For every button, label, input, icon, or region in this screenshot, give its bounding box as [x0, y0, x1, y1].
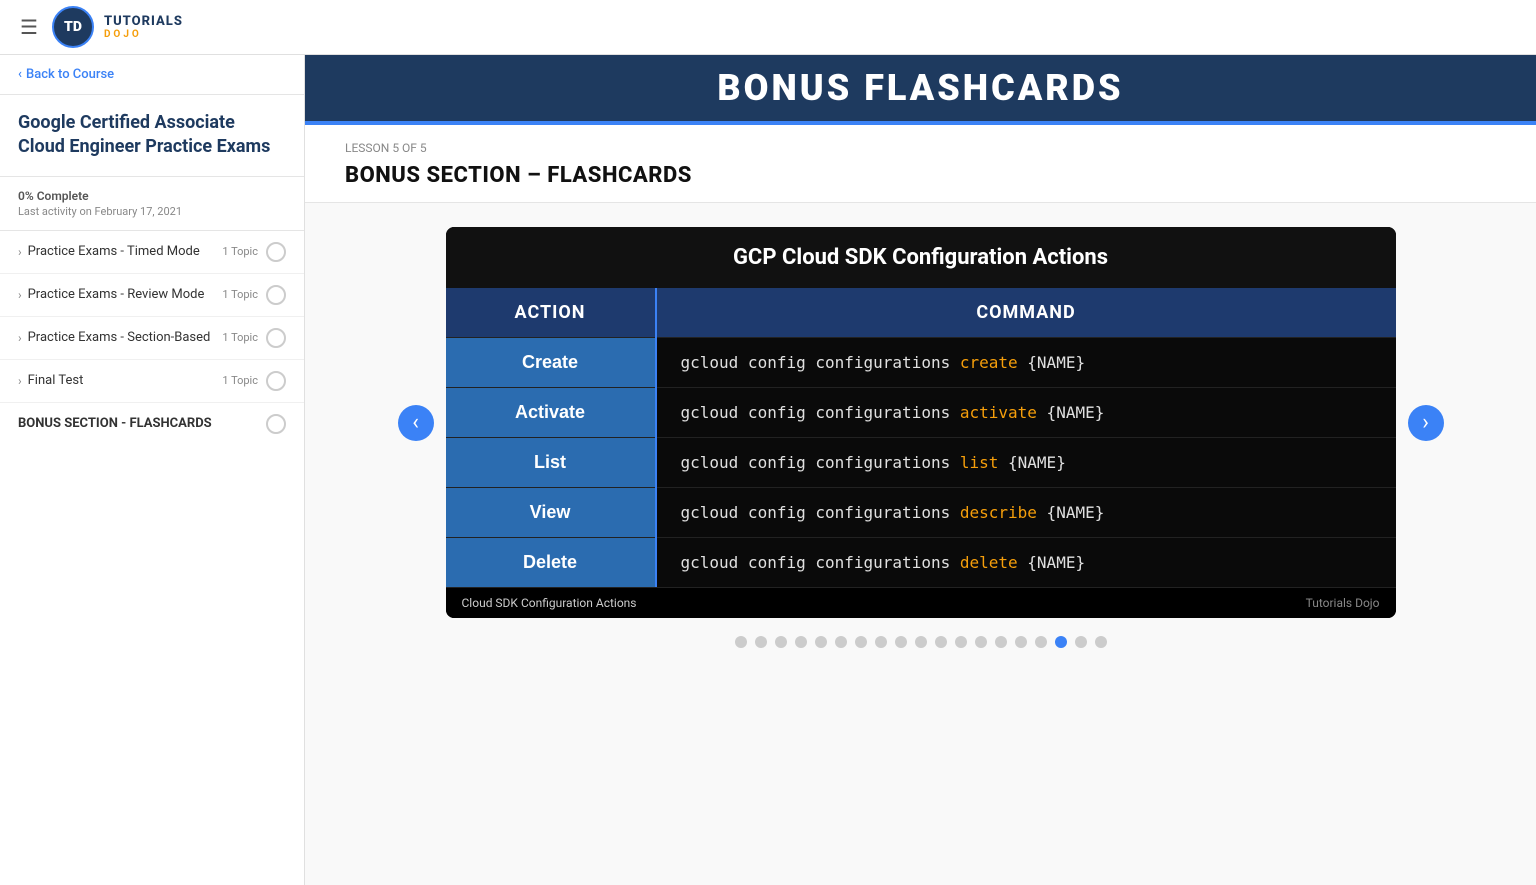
- slide-dot[interactable]: [1055, 636, 1067, 648]
- progress-date: Last activity on February 17, 2021: [18, 205, 286, 218]
- completion-circle: [266, 285, 286, 305]
- slide-dot[interactable]: [775, 636, 787, 648]
- lesson-header: LESSON 5 OF 5 BONUS SECTION – FLASHCARDS: [305, 125, 1536, 203]
- sidebar: ‹ Back to Course Google Certified Associ…: [0, 55, 305, 885]
- flashcard-area: ‹ › GCP Cloud SDK Configuration Actions …: [305, 203, 1536, 672]
- slide-dot[interactable]: [815, 636, 827, 648]
- flashcard-footer-left: Cloud SDK Configuration Actions: [462, 596, 637, 610]
- action-cell: Create: [446, 338, 656, 388]
- topic-count: 1 Topic: [222, 288, 258, 301]
- command-cell: gcloud config configurations create {NAM…: [656, 338, 1396, 388]
- topic-count: 1 Topic: [222, 245, 258, 258]
- flashcard-footer-right: Tutorials Dojo: [1306, 596, 1380, 610]
- command-cell: gcloud config configurations list {NAME}: [656, 438, 1396, 488]
- topic-count: 1 Topic: [222, 374, 258, 387]
- slide-dot[interactable]: [1035, 636, 1047, 648]
- command-cell: gcloud config configurations describe {N…: [656, 488, 1396, 538]
- slide-dot[interactable]: [955, 636, 967, 648]
- completion-circle: [266, 328, 286, 348]
- main-content: BONUS FLASHCARDS LESSON 5 OF 5 BONUS SEC…: [305, 55, 1536, 885]
- table-row: Activategcloud config configurations act…: [446, 388, 1396, 438]
- hamburger-icon[interactable]: ☰: [20, 15, 38, 39]
- slide-dot[interactable]: [935, 636, 947, 648]
- sidebar-item-timed-mode[interactable]: › Practice Exams - Timed Mode 1 Topic: [0, 231, 304, 274]
- logo-line1: TUTORIALS: [104, 14, 183, 29]
- action-cell: Delete: [446, 538, 656, 588]
- bonus-banner: BONUS FLASHCARDS: [305, 55, 1536, 125]
- course-title: Google Certified Associate Cloud Enginee…: [0, 95, 304, 177]
- slide-dot[interactable]: [1075, 636, 1087, 648]
- slide-dots: [735, 636, 1107, 648]
- prev-slide-button[interactable]: ‹: [398, 405, 434, 441]
- slide-dot[interactable]: [975, 636, 987, 648]
- sidebar-item-label: Practice Exams - Timed Mode: [28, 244, 200, 259]
- flashcard-table: ACTION COMMAND Creategcloud config confi…: [446, 288, 1396, 587]
- completion-circle: [266, 371, 286, 391]
- sidebar-item-label: Practice Exams - Section-Based: [28, 330, 211, 345]
- sidebar-item-label: Practice Exams - Review Mode: [28, 287, 205, 302]
- table-row: Deletegcloud config configurations delet…: [446, 538, 1396, 588]
- slide-dot[interactable]: [735, 636, 747, 648]
- table-row: Viewgcloud config configurations describ…: [446, 488, 1396, 538]
- chevron-right-icon: ›: [18, 288, 22, 302]
- progress-percent: 0% Complete: [18, 189, 286, 203]
- sidebar-item-section-based[interactable]: › Practice Exams - Section-Based 1 Topic: [0, 317, 304, 360]
- next-slide-button[interactable]: ›: [1408, 405, 1444, 441]
- slide-dot[interactable]: [895, 636, 907, 648]
- col-command-header: COMMAND: [656, 288, 1396, 338]
- slide-dot[interactable]: [835, 636, 847, 648]
- table-row: Listgcloud config configurations list {N…: [446, 438, 1396, 488]
- progress-section: 0% Complete Last activity on February 17…: [0, 177, 304, 231]
- command-cell: gcloud config configurations delete {NAM…: [656, 538, 1396, 588]
- back-to-course-button[interactable]: ‹ Back to Course: [0, 55, 304, 95]
- sidebar-item-review-mode[interactable]: › Practice Exams - Review Mode 1 Topic: [0, 274, 304, 317]
- topic-count: 1 Topic: [222, 331, 258, 344]
- sidebar-item-label: Final Test: [28, 373, 84, 388]
- chevron-right-icon: ›: [18, 374, 22, 388]
- completion-circle: [266, 242, 286, 262]
- slide-dot[interactable]: [755, 636, 767, 648]
- logo-initials: TD: [64, 20, 82, 34]
- flashcard: GCP Cloud SDK Configuration Actions ACTI…: [446, 227, 1396, 618]
- flashcard-wrapper: ‹ › GCP Cloud SDK Configuration Actions …: [446, 227, 1396, 618]
- chevron-right-icon: ›: [18, 245, 22, 259]
- chevron-right-icon: ›: [18, 331, 22, 345]
- slide-dot[interactable]: [875, 636, 887, 648]
- action-cell: Activate: [446, 388, 656, 438]
- chevron-left-icon: ‹: [18, 67, 22, 82]
- back-to-course-label: Back to Course: [26, 67, 114, 82]
- slide-dot[interactable]: [915, 636, 927, 648]
- sidebar-item-bonus-flashcards[interactable]: BONUS SECTION - FLASHCARDS: [0, 403, 304, 445]
- action-cell: List: [446, 438, 656, 488]
- flashcard-footer: Cloud SDK Configuration Actions Tutorial…: [446, 587, 1396, 618]
- completion-circle: [266, 414, 286, 434]
- col-action-header: ACTION: [446, 288, 656, 338]
- slide-dot[interactable]: [995, 636, 1007, 648]
- slide-dot[interactable]: [1015, 636, 1027, 648]
- table-row: Creategcloud config configurations creat…: [446, 338, 1396, 388]
- logo: TD TUTORIALS DOJO: [52, 6, 183, 48]
- slide-dot[interactable]: [795, 636, 807, 648]
- command-cell: gcloud config configurations activate {N…: [656, 388, 1396, 438]
- lesson-label: LESSON 5 OF 5: [345, 141, 1496, 155]
- sidebar-item-final-test[interactable]: › Final Test 1 Topic: [0, 360, 304, 403]
- action-cell: View: [446, 488, 656, 538]
- section-title: BONUS SECTION – FLASHCARDS: [345, 163, 1496, 188]
- slide-dot[interactable]: [855, 636, 867, 648]
- sidebar-item-label: BONUS SECTION - FLASHCARDS: [18, 416, 212, 431]
- logo-line2: DOJO: [104, 29, 183, 40]
- flashcard-title: GCP Cloud SDK Configuration Actions: [446, 227, 1396, 288]
- slide-dot[interactable]: [1095, 636, 1107, 648]
- bonus-banner-text: BONUS FLASHCARDS: [717, 67, 1123, 109]
